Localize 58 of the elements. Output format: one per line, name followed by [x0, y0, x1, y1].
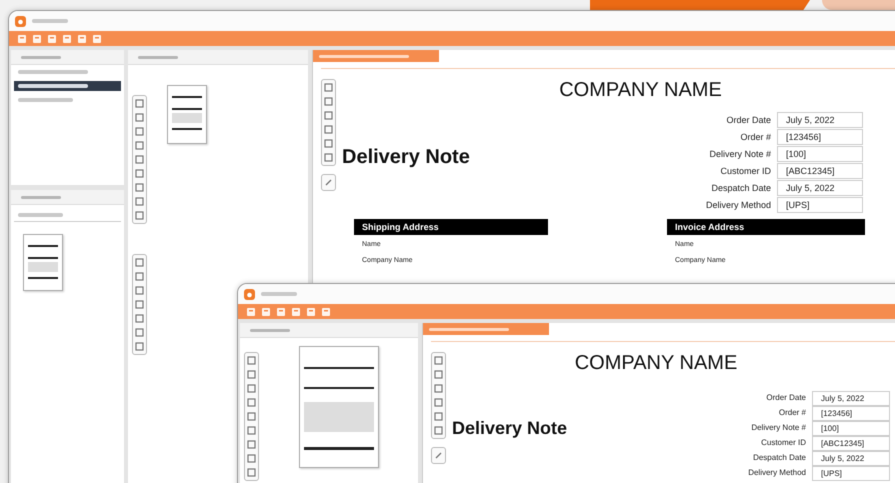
- field-label: Despatch Date: [710, 182, 771, 195]
- blurred-label: [21, 56, 61, 58]
- field-value: [UPS]: [812, 466, 890, 481]
- field-label: Order Date: [765, 392, 806, 404]
- field-label: Delivery Method: [748, 467, 806, 479]
- field-label: Order #: [739, 131, 771, 144]
- field-label: Delivery Note #: [708, 148, 771, 161]
- document-icon[interactable]: [92, 34, 102, 44]
- page-thumbnail[interactable]: [299, 346, 379, 468]
- document-icon[interactable]: [77, 34, 87, 44]
- field-value: [ABC12345]: [812, 436, 890, 451]
- blurred-label: [21, 196, 61, 198]
- document-icon[interactable]: [291, 306, 301, 316]
- document-icon[interactable]: [32, 34, 42, 44]
- document-icon[interactable]: [306, 306, 316, 316]
- blurred-title: [261, 292, 297, 296]
- field-label: Order #: [778, 407, 806, 419]
- field-value: [100]: [812, 421, 890, 436]
- blurred-label: [250, 328, 290, 332]
- blurred-label: [18, 70, 88, 74]
- document-icon[interactable]: [47, 34, 57, 44]
- field-value: [ABC12345]: [777, 163, 863, 179]
- company-name: COMPANY NAME: [574, 351, 738, 375]
- field-value: July 5, 2022: [812, 451, 890, 466]
- field-label: Customer ID: [719, 165, 771, 178]
- field-value: [UPS]: [777, 197, 863, 213]
- page-thumbnail[interactable]: [23, 234, 63, 291]
- field-label: Delivery Method: [706, 199, 771, 212]
- blurred-label: [138, 56, 178, 58]
- field-label: Despatch Date: [752, 452, 806, 464]
- blurred-label: [18, 213, 63, 217]
- file-item[interactable]: [14, 81, 121, 91]
- document-icon[interactable]: [321, 306, 331, 316]
- field-value: July 5, 2022: [777, 180, 863, 196]
- blurred-label: [18, 98, 73, 102]
- blurred-label: [18, 84, 88, 88]
- document-title: Delivery Note: [342, 146, 470, 169]
- document-icon[interactable]: [261, 306, 271, 316]
- field-label: Customer ID: [760, 437, 806, 449]
- field-value: July 5, 2022: [777, 112, 863, 128]
- document-icon[interactable]: [17, 34, 27, 44]
- document-icon[interactable]: [276, 306, 286, 316]
- document-icon[interactable]: [246, 306, 256, 316]
- field-label: Delivery Note #: [750, 422, 806, 434]
- blurred-title: [32, 19, 68, 23]
- page-thumbnail[interactable]: [167, 85, 207, 144]
- document-icon[interactable]: [62, 34, 72, 44]
- company-name: COMPANY NAME: [559, 78, 722, 102]
- section-heading: Invoice Address: [667, 219, 865, 235]
- field-value: [123456]: [777, 129, 863, 145]
- field-label: Order Date: [725, 114, 771, 127]
- field-value: July 5, 2022: [812, 391, 890, 406]
- document-title: Delivery Note: [452, 418, 568, 438]
- app-logo-icon[interactable]: [244, 288, 255, 300]
- field-value: [100]: [777, 146, 863, 162]
- app-logo-icon[interactable]: [15, 16, 26, 26]
- section-heading: Shipping Address: [354, 219, 548, 235]
- field-value: [123456]: [812, 406, 890, 421]
